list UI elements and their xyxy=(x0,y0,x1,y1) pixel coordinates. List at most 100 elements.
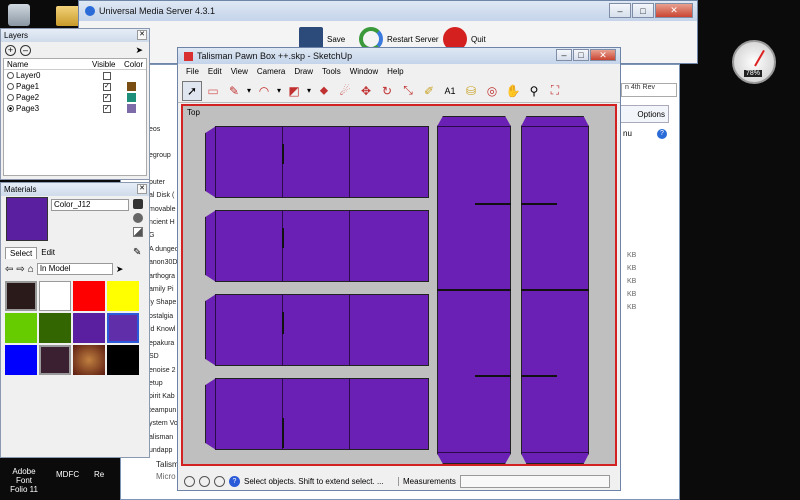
menu-tools[interactable]: Tools xyxy=(322,67,341,76)
sample-paint-icon[interactable] xyxy=(133,199,143,209)
menu-help[interactable]: Help xyxy=(387,67,403,76)
side-item[interactable]: ld Knowl xyxy=(149,323,179,336)
close-button[interactable]: ✕ xyxy=(655,3,693,18)
side-item[interactable]: pirit Kab xyxy=(149,390,179,403)
layer-radio-active[interactable] xyxy=(7,105,14,112)
layer-row[interactable]: Page2 ✓ xyxy=(4,92,146,103)
material-swatch-selected[interactable] xyxy=(107,313,139,343)
side-item[interactable]: ystem Vo xyxy=(149,417,179,430)
side-item[interactable]: alisman xyxy=(149,431,179,444)
pencil-tool-icon[interactable]: ✎ xyxy=(224,81,244,101)
side-item[interactable]: al Disk ( xyxy=(149,189,179,202)
explorer-options-button[interactable]: Options xyxy=(619,105,669,123)
layer-radio[interactable] xyxy=(7,83,14,90)
desktop-recycle-bin-icon[interactable] xyxy=(8,4,30,26)
side-item[interactable]: arthogra xyxy=(149,270,179,283)
material-swatch[interactable] xyxy=(73,345,105,375)
layers-details-icon[interactable]: ➤ xyxy=(135,45,143,56)
material-swatch[interactable] xyxy=(107,345,139,375)
explorer-taskbar-item[interactable]: Talism xyxy=(156,460,179,469)
layer-color-swatch[interactable] xyxy=(127,82,136,91)
layer-visible-checkbox[interactable]: ✓ xyxy=(103,93,111,102)
side-item[interactable]: movable xyxy=(149,203,179,216)
create-material-icon[interactable] xyxy=(133,213,143,223)
desktop-icon-adobe-font-folio[interactable]: Adobe Font Folio 11 xyxy=(4,458,44,494)
speedometer-gadget[interactable]: 78% xyxy=(732,40,776,84)
layer-visible-checkbox[interactable]: ✓ xyxy=(103,104,111,113)
layer-row[interactable]: Page3 ✓ xyxy=(4,103,146,114)
explorer-address-bar[interactable]: n 4th Rev xyxy=(621,83,677,97)
push-pull-tool-icon[interactable]: ⬥ xyxy=(314,81,334,101)
side-item[interactable]: enoise 2 xyxy=(149,364,179,377)
side-item[interactable]: SD xyxy=(149,350,179,363)
zoom-tool-icon[interactable]: ⚲ xyxy=(524,81,544,101)
library-select[interactable]: In Model xyxy=(36,263,113,275)
desktop-icon-re[interactable]: Re xyxy=(94,470,104,479)
geo-location-icon[interactable] xyxy=(184,475,195,487)
layer-row[interactable]: Page1 ✓ xyxy=(4,81,146,92)
add-layer-button[interactable]: + xyxy=(5,44,16,56)
net-panel[interactable] xyxy=(205,210,429,282)
side-item[interactable]: ncient H xyxy=(149,216,179,229)
menu-camera[interactable]: Camera xyxy=(257,67,285,76)
side-item[interactable]: ly Shape xyxy=(149,296,179,309)
side-item[interactable]: egroup xyxy=(149,149,179,162)
menu-draw[interactable]: Draw xyxy=(294,67,313,76)
material-swatch[interactable] xyxy=(107,281,139,311)
material-swatch[interactable] xyxy=(39,281,71,311)
desktop-icon-mdfc[interactable]: MDFC xyxy=(56,470,79,479)
default-material-icon[interactable] xyxy=(133,227,143,237)
forward-arrow-icon[interactable]: ⇨ xyxy=(16,264,24,275)
material-swatch[interactable] xyxy=(5,313,37,343)
menu-edit[interactable]: Edit xyxy=(208,67,222,76)
material-name-field[interactable]: Color_J12 xyxy=(51,199,129,211)
minimize-button[interactable]: – xyxy=(609,3,631,18)
material-swatch[interactable] xyxy=(5,345,37,375)
side-item[interactable]: amily Pi xyxy=(149,283,179,296)
layer-color-swatch[interactable] xyxy=(127,93,136,102)
side-item[interactable]: epakura xyxy=(149,337,179,350)
credits-icon[interactable] xyxy=(199,475,210,487)
layer-color-swatch[interactable] xyxy=(127,104,136,113)
layer-radio[interactable] xyxy=(7,72,14,79)
rotate-tool-icon[interactable]: ↻ xyxy=(377,81,397,101)
material-swatch[interactable] xyxy=(39,345,71,375)
material-swatch[interactable] xyxy=(5,281,37,311)
side-item[interactable]: eos xyxy=(149,123,179,136)
close-icon[interactable]: ✕ xyxy=(137,184,147,194)
tape-measure-icon[interactable]: ✐ xyxy=(419,81,439,101)
measurements-input[interactable] xyxy=(459,474,610,488)
menu-window[interactable]: Window xyxy=(350,67,378,76)
back-arrow-icon[interactable]: ⇦ xyxy=(5,264,13,275)
material-swatch[interactable] xyxy=(39,313,71,343)
select-tool-icon[interactable]: ➚ xyxy=(182,80,202,101)
layer-visible-checkbox[interactable]: ✓ xyxy=(103,82,111,91)
arc-tool-icon[interactable]: ◠ xyxy=(254,81,274,101)
paint-bucket-icon[interactable]: ⛁ xyxy=(461,81,481,101)
layer-radio[interactable] xyxy=(7,94,14,101)
menu-view[interactable]: View xyxy=(231,67,248,76)
close-button[interactable]: ✕ xyxy=(590,49,616,61)
material-swatch[interactable] xyxy=(73,313,105,343)
menu-file[interactable]: File xyxy=(186,67,199,76)
dropdown-arrow-icon[interactable]: ▾ xyxy=(275,81,283,101)
rectangle-tool-icon[interactable]: ◩ xyxy=(284,81,304,101)
dropdown-arrow-icon[interactable]: ▾ xyxy=(305,81,313,101)
side-item[interactable]: A dungeo xyxy=(149,243,179,256)
scale-tool-icon[interactable]: ⤡ xyxy=(398,81,418,101)
move-tool-icon[interactable]: ✥ xyxy=(356,81,376,101)
side-item[interactable]: teampun xyxy=(149,404,179,417)
follow-me-tool-icon[interactable]: ☄ xyxy=(335,81,355,101)
orbit-tool-icon[interactable]: ◎ xyxy=(482,81,502,101)
user-icon[interactable] xyxy=(214,475,225,487)
home-icon[interactable]: ⌂ xyxy=(28,264,34,275)
eyedropper-icon[interactable]: ✎ xyxy=(133,247,141,258)
net-panel[interactable] xyxy=(205,378,429,450)
delete-layer-button[interactable]: – xyxy=(20,44,31,56)
side-item[interactable]: undapp xyxy=(149,444,179,457)
instructor-icon[interactable]: ? xyxy=(229,475,240,487)
drawing-canvas[interactable]: Top xyxy=(181,104,617,466)
maximize-button[interactable]: □ xyxy=(632,3,654,18)
pan-tool-icon[interactable]: ✋ xyxy=(503,81,523,101)
dropdown-arrow-icon[interactable]: ▾ xyxy=(245,81,253,101)
